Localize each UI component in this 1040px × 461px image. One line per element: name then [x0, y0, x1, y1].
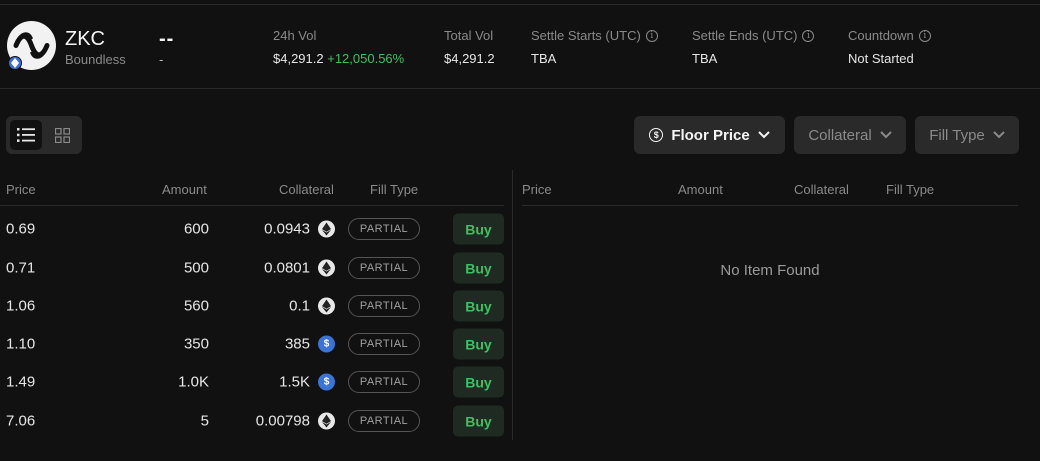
token-price: -- [159, 28, 175, 50]
market-header: ZKC Boundless -- - 24h Vol $4,291.2 +12,… [0, 5, 1040, 89]
row-price: 0.69 [6, 220, 36, 238]
stat-value: TBA [531, 51, 557, 66]
row-collateral: 385 [284, 335, 310, 353]
col-header-collateral[interactable]: Collateral [279, 182, 334, 197]
list-view-button[interactable] [10, 120, 42, 150]
row-price: 1.10 [6, 335, 36, 353]
eth-icon [318, 220, 335, 238]
usdc-icon: $ [318, 373, 335, 391]
stat-label: Countdown [848, 28, 914, 43]
stat-change: +12,050.56% [327, 51, 405, 66]
stat-settle-starts: Settle Starts (UTC) i TBA [531, 28, 658, 66]
row-collateral: 0.1 [289, 297, 310, 315]
buy-button[interactable]: Buy [453, 405, 504, 437]
stat-value: $4,291.2 [444, 51, 495, 66]
stat-label: Settle Ends (UTC) [692, 28, 798, 43]
row-amount: 500 [183, 259, 209, 277]
buy-button[interactable]: Buy [453, 290, 504, 322]
buy-button[interactable]: Buy [453, 252, 504, 284]
header-divider [522, 205, 1018, 206]
row-collateral: 0.0943 [264, 220, 310, 238]
stat-value: $4,291.2 [273, 51, 324, 66]
view-toggle [6, 116, 82, 154]
stat-total-vol: Total Vol $4,291.2 [444, 28, 495, 66]
fill-type-badge: PARTIAL [348, 295, 420, 317]
table-row: 0.71 500 0.0801 PARTIAL Buy [0, 249, 512, 287]
row-price: 7.06 [6, 412, 36, 430]
table-row: 0.69 600 0.0943 PARTIAL Buy [0, 210, 512, 248]
eth-icon [318, 297, 335, 315]
stat-label: Total Vol [444, 28, 494, 43]
col-header-collateral[interactable]: Collateral [794, 182, 849, 197]
table-row: 7.06 5 0.00798 PARTIAL Buy [0, 402, 512, 440]
chevron-down-icon [757, 131, 770, 139]
table-row: 1.10 350 385 $ PARTIAL Buy [0, 325, 512, 363]
stat-value: Not Started [848, 51, 914, 66]
col-header-fill-type[interactable]: Fill Type [370, 182, 418, 197]
row-price: 0.71 [6, 259, 36, 277]
col-header-price[interactable]: Price [522, 182, 552, 197]
col-header-fill-type[interactable]: Fill Type [886, 182, 934, 197]
panel-divider [512, 170, 513, 440]
fill-type-badge: PARTIAL [348, 410, 420, 432]
stat-settle-ends: Settle Ends (UTC) i TBA [692, 28, 815, 66]
fill-type-label: Fill Type [929, 126, 985, 144]
chain-badge-icon [8, 56, 22, 70]
info-icon[interactable]: i [645, 29, 658, 42]
floor-price-label: Floor Price [671, 126, 750, 144]
floor-price-dropdown[interactable]: $ Floor Price [634, 116, 785, 154]
row-amount: 350 [183, 335, 209, 353]
fill-type-badge: PARTIAL [348, 371, 420, 393]
header-divider [0, 205, 504, 206]
row-collateral: 0.00798 [255, 412, 310, 430]
row-collateral: 1.5K [279, 373, 310, 391]
table-row: 1.06 560 0.1 PARTIAL Buy [0, 287, 512, 325]
row-amount: 1.0K [178, 373, 209, 391]
stat-value: TBA [692, 51, 718, 66]
table-row: 1.49 1.0K 1.5K $ PARTIAL Buy [0, 363, 512, 401]
list-icon [17, 128, 35, 142]
info-icon[interactable]: i [802, 29, 815, 42]
collateral-dropdown[interactable]: Collateral [794, 116, 906, 154]
col-header-amount[interactable]: Amount [678, 182, 723, 197]
stat-label: Settle Starts (UTC) [531, 28, 641, 43]
row-price: 1.06 [6, 297, 36, 315]
dollar-icon: $ [649, 128, 664, 142]
empty-state: No Item Found [720, 262, 820, 279]
col-header-price[interactable]: Price [6, 182, 36, 197]
buy-button[interactable]: Buy [453, 213, 504, 245]
stat-label: 24h Vol [273, 28, 317, 43]
chevron-down-icon [993, 131, 1005, 139]
row-amount: 600 [183, 220, 209, 238]
fill-type-badge: PARTIAL [348, 257, 420, 279]
col-header-amount[interactable]: Amount [162, 182, 207, 197]
info-icon[interactable]: i [918, 29, 931, 42]
token-symbol: ZKC [65, 28, 105, 50]
chevron-down-icon [879, 131, 892, 139]
token-price-change: - [159, 52, 164, 67]
grid-icon [54, 127, 70, 143]
eth-icon [318, 259, 335, 277]
token-name: Boundless [65, 52, 126, 67]
stat-24h-vol: 24h Vol $4,291.2 +12,050.56% [273, 28, 404, 66]
eth-icon [318, 412, 335, 430]
row-amount: 5 [200, 412, 209, 430]
usdc-icon: $ [318, 335, 335, 353]
stat-countdown: Countdown i Not Started [848, 28, 931, 66]
row-price: 1.49 [6, 373, 36, 391]
collateral-label: Collateral [808, 126, 872, 144]
buy-button[interactable]: Buy [453, 366, 504, 398]
fill-type-dropdown[interactable]: Fill Type [915, 116, 1019, 154]
row-amount: 560 [183, 297, 209, 315]
row-collateral: 0.0801 [264, 259, 310, 277]
grid-view-button[interactable] [46, 120, 78, 150]
fill-type-badge: PARTIAL [348, 333, 420, 355]
buy-button[interactable]: Buy [453, 328, 504, 360]
fill-type-badge: PARTIAL [348, 218, 420, 240]
